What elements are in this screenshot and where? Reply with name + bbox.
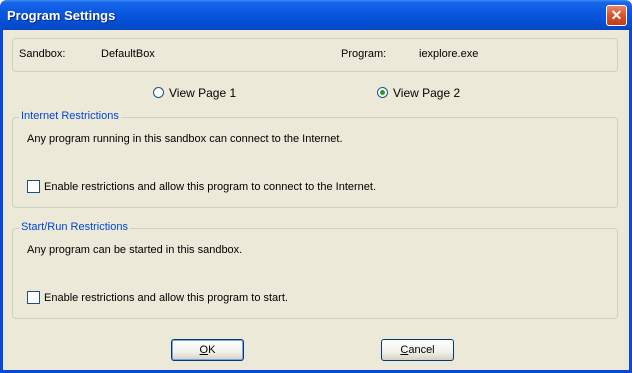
program-info-box: Sandbox: DefaultBox Program: iexplore.ex… [12, 38, 618, 72]
startrun-restrictions-description: Any program can be started in this sandb… [27, 244, 243, 256]
sandbox-value: DefaultBox [101, 48, 155, 60]
program-label: Program: [341, 48, 387, 60]
internet-restrictions-checkbox-label: Enable restrictions and allow this progr… [44, 181, 377, 193]
close-button[interactable]: ✕ [606, 5, 627, 26]
dialog-body: Sandbox: DefaultBox Program: iexplore.ex… [3, 30, 629, 370]
internet-restrictions-group: Internet Restrictions Any program runnin… [12, 110, 618, 208]
radio-icon [153, 87, 164, 98]
startrun-restrictions-legend: Start/Run Restrictions [19, 221, 130, 233]
ok-accelerator: O [199, 344, 209, 356]
view-page-2-label: View Page 2 [393, 86, 461, 100]
ok-label: K [208, 344, 216, 356]
cancel-label: ancel [408, 344, 435, 356]
internet-restrictions-description: Any program running in this sandbox can … [27, 133, 343, 145]
view-page-1-label: View Page 1 [169, 86, 237, 100]
startrun-restrictions-checkbox-label: Enable restrictions and allow this progr… [44, 292, 288, 304]
cancel-button[interactable]: Cancel [381, 339, 454, 361]
ok-button[interactable]: OK [171, 339, 244, 361]
close-icon: ✕ [610, 7, 623, 23]
internet-restrictions-legend: Internet Restrictions [19, 110, 121, 122]
sandbox-label: Sandbox: [19, 48, 66, 60]
radio-checked-icon [377, 87, 388, 98]
checkbox-icon [27, 291, 40, 304]
checkbox-icon [27, 180, 40, 193]
startrun-restrictions-group: Start/Run Restrictions Any program can b… [12, 221, 618, 319]
program-value: iexplore.exe [419, 48, 479, 60]
program-settings-window: Program Settings ✕ Sandbox: DefaultBox P… [0, 0, 632, 373]
window-title: Program Settings [7, 8, 116, 23]
title-bar[interactable]: Program Settings ✕ [0, 0, 632, 30]
